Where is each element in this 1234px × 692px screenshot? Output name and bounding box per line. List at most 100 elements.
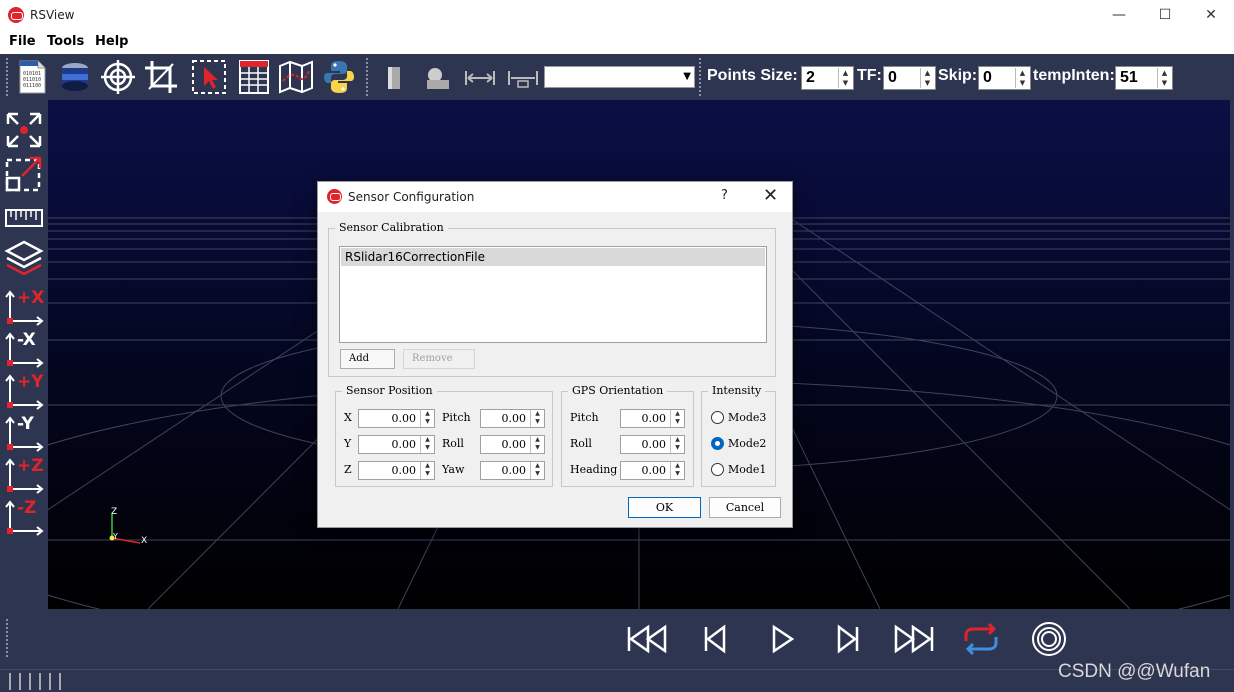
view-plus-y-button[interactable]: +Y [4,372,44,412]
view-plus-z-button[interactable]: +Z [4,456,44,496]
ok-button[interactable]: OK [628,497,701,518]
position-roll-label: Roll [442,437,464,450]
maximize-button[interactable]: ☐ [1142,0,1188,30]
minimize-button[interactable]: — [1096,0,1142,30]
spin-arrows-icon[interactable]: ▲ ▼ [920,68,934,88]
toolbar-combo-box[interactable]: ▼ [544,66,695,88]
view-plus-x-button[interactable]: +X [4,288,44,328]
axis-label: -Z [17,498,37,518]
tf-spinbox[interactable]: 0 ▲ ▼ [883,66,936,90]
points-size-spinbox[interactable]: 2 ▲ ▼ [801,66,854,90]
spreadsheet-icon[interactable] [236,59,272,95]
next-frame-icon[interactable] [827,621,869,657]
gps-heading-value: 0.00 [641,464,667,477]
crop-icon[interactable] [143,59,179,95]
tf-label: TF: [857,67,882,84]
toolbar-grip [6,619,9,657]
dialog-close-button[interactable]: ✕ [763,185,778,206]
spin-arrows-icon[interactable]: ▲ ▼ [530,436,544,453]
skip-value: 0 [983,69,992,86]
view-icon-2[interactable] [419,59,455,95]
spin-arrows-icon[interactable]: ▲ ▼ [530,462,544,479]
skip-spinbox[interactable]: 0 ▲ ▼ [978,66,1031,90]
position-roll-spinbox[interactable]: 0.00 ▲ ▼ [480,435,545,454]
open-file-icon[interactable]: 010101 011010 011100 [14,59,50,95]
menu-help[interactable]: Help [95,34,128,49]
measure-icon-2[interactable] [505,59,541,95]
position-y-spinbox[interactable]: 0.00 ▲ ▼ [358,435,435,454]
temp-inten-spinbox[interactable]: 51 ▲ ▼ [1115,66,1173,90]
zoom-box-icon[interactable] [4,154,44,194]
spin-arrows-icon[interactable]: ▲ ▼ [1015,68,1029,88]
play-icon[interactable] [761,621,803,657]
axis-label: +Z [17,456,44,476]
view-minus-z-button[interactable]: -Z [4,498,44,538]
cancel-button[interactable]: Cancel [709,497,781,518]
close-button[interactable]: ✕ [1188,0,1234,30]
tf-value: 0 [888,69,897,86]
measure-icon-1[interactable] [462,59,498,95]
sensor-position-title: Sensor Position [342,384,437,397]
spin-arrows-icon[interactable]: ▲ ▼ [670,410,684,427]
spin-arrows-icon[interactable]: ▲ ▼ [420,462,434,479]
menu-tools[interactable]: Tools [47,34,84,49]
spin-arrows-icon[interactable]: ▲ ▼ [420,410,434,427]
mode1-radio[interactable] [711,463,724,476]
temp-inten-value: 51 [1120,69,1138,86]
calibration-file-list[interactable]: RSlidar16CorrectionFile [339,246,767,343]
remove-button[interactable]: Remove [403,349,475,369]
spin-arrows-icon[interactable]: ▲ ▼ [670,462,684,479]
reset-view-icon[interactable] [4,110,44,150]
previous-frame-icon[interactable] [694,621,736,657]
target-icon[interactable] [100,59,136,95]
toolbar-grip [6,58,9,96]
map-icon[interactable] [278,59,314,95]
menu-file[interactable]: File [9,34,36,49]
spin-arrows-icon[interactable]: ▲ ▼ [670,436,684,453]
first-frame-icon[interactable] [626,621,668,657]
toolbar-separator [699,58,702,96]
select-icon[interactable] [191,59,227,95]
view-minus-x-button[interactable]: -X [4,330,44,370]
gps-roll-value: 0.00 [641,438,667,451]
view-icon-1[interactable] [376,59,412,95]
gps-roll-label: Roll [570,437,592,450]
position-x-label: X [344,411,352,424]
record-icon[interactable] [1028,621,1070,657]
sensor-icon[interactable] [57,59,93,95]
add-button[interactable]: Add [340,349,395,369]
last-frame-icon[interactable] [893,621,935,657]
position-yaw-spinbox[interactable]: 0.00 ▲ ▼ [480,461,545,480]
spin-arrows-icon[interactable]: ▲ ▼ [838,68,852,88]
axis-y-label: Y [113,532,118,541]
position-z-spinbox[interactable]: 0.00 ▲ ▼ [358,461,435,480]
gps-heading-spinbox[interactable]: 0.00 ▲ ▼ [620,461,685,480]
position-pitch-spinbox[interactable]: 0.00 ▲ ▼ [480,409,545,428]
spin-arrows-icon[interactable]: ▲ ▼ [1157,68,1171,88]
rsview-logo-icon [327,189,342,204]
gps-roll-spinbox[interactable]: 0.00 ▲ ▼ [620,435,685,454]
toolbar-separator [366,58,369,96]
position-y-value: 0.00 [391,438,417,451]
mode3-label: Mode3 [728,411,767,424]
axis-x-label: X [141,536,148,546]
position-y-label: Y [344,437,352,450]
position-x-value: 0.00 [391,412,417,425]
mode2-radio[interactable] [711,437,724,450]
gps-pitch-spinbox[interactable]: 0.00 ▲ ▼ [620,409,685,428]
spin-arrows-icon[interactable]: ▲ ▼ [420,436,434,453]
ruler-icon[interactable] [4,200,44,240]
layers-icon[interactable] [4,238,44,278]
python-icon[interactable] [321,59,357,95]
view-minus-y-button[interactable]: -Y [4,414,44,454]
position-yaw-label: Yaw [442,463,465,476]
help-button[interactable]: ? [721,188,728,203]
spin-arrows-icon[interactable]: ▲ ▼ [530,410,544,427]
list-item[interactable]: RSlidar16CorrectionFile [341,248,765,266]
gps-pitch-label: Pitch [570,411,599,424]
position-x-spinbox[interactable]: 0.00 ▲ ▼ [358,409,435,428]
mode1-label: Mode1 [728,463,767,476]
mode3-radio[interactable] [711,411,724,424]
loop-icon[interactable] [960,621,1002,657]
position-z-label: Z [344,463,352,476]
